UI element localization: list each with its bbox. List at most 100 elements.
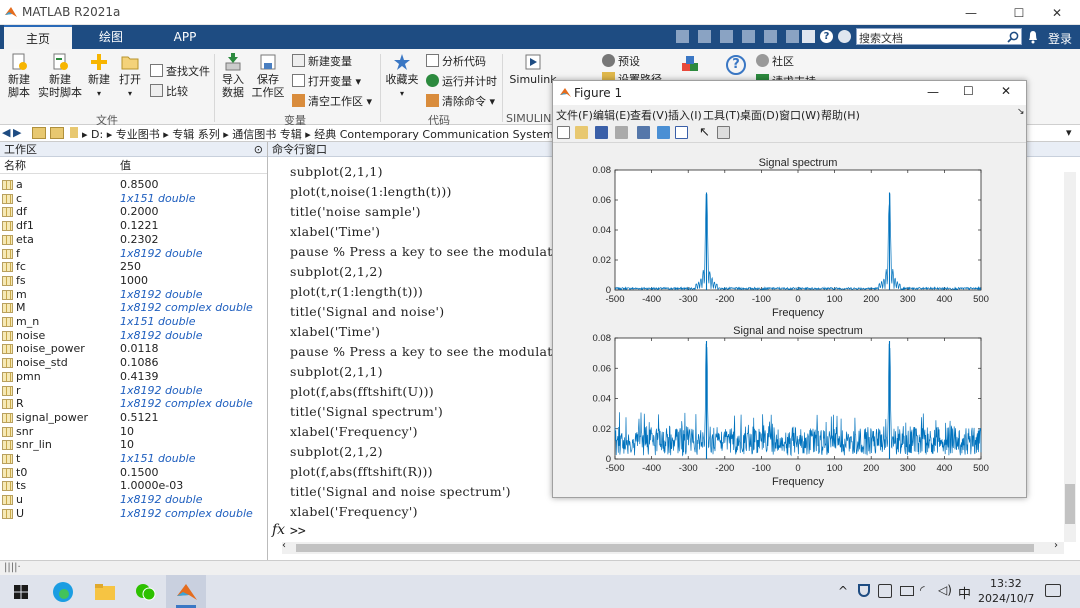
vertical-scrollbar[interactable] bbox=[1064, 172, 1076, 542]
figure-close-button[interactable]: ✕ bbox=[1001, 84, 1011, 98]
tray-expand-icon[interactable]: ^ bbox=[838, 584, 848, 598]
workspace-row[interactable]: R 1x8192 complex double bbox=[0, 397, 266, 411]
horizontal-scrollbar[interactable]: ‹ › bbox=[282, 540, 1064, 554]
workspace-row[interactable]: pmn 0.4139 bbox=[0, 370, 266, 384]
menu-view[interactable]: 查看(V) bbox=[630, 107, 668, 123]
close-button[interactable]: ✕ bbox=[1034, 3, 1080, 23]
scrollbar-thumb[interactable] bbox=[296, 544, 1034, 552]
back-arrow-icon[interactable]: ◀ bbox=[2, 126, 10, 139]
new-variable-button[interactable]: 新建变量 bbox=[292, 53, 352, 69]
clear-commands-button[interactable]: 清除命令 ▾ bbox=[426, 93, 495, 109]
run-and-time-button[interactable]: 运行并计时 bbox=[426, 73, 497, 89]
workspace-row[interactable]: snr 10 bbox=[0, 425, 266, 439]
analyze-code-button[interactable]: 分析代码 bbox=[426, 53, 486, 69]
command-prompt[interactable]: >> bbox=[290, 524, 306, 539]
save-figure-icon[interactable] bbox=[595, 126, 608, 139]
figure-minimize-button[interactable]: — bbox=[927, 85, 939, 99]
bell-icon[interactable] bbox=[1027, 30, 1039, 44]
paste-icon[interactable] bbox=[742, 30, 755, 43]
new-button[interactable]: 新建 ▾ bbox=[86, 53, 112, 100]
menu-file[interactable]: 文件(F) bbox=[556, 107, 593, 123]
login-link[interactable]: 登录 bbox=[1048, 30, 1072, 47]
cut-icon[interactable] bbox=[698, 30, 711, 43]
notification-icon[interactable] bbox=[1045, 584, 1061, 597]
address-path[interactable]: ▸ D: ▸ 专业图书 ▸ 专辑 系列 ▸ 通信图书 专辑 ▸ 经典 Conte… bbox=[82, 126, 586, 141]
figure-maximize-button[interactable]: ☐ bbox=[963, 84, 974, 98]
print-icon[interactable] bbox=[615, 126, 628, 139]
open-button[interactable]: 打开 ▾ bbox=[116, 53, 144, 100]
search-box[interactable]: 搜索文档 bbox=[856, 28, 1022, 45]
tray-app-icon[interactable] bbox=[878, 584, 892, 598]
workspace-row[interactable]: snr_lin 10 bbox=[0, 438, 266, 452]
clock-date[interactable]: 2024/10/7 bbox=[978, 592, 1034, 605]
workspace-row[interactable]: a 0.8500 bbox=[0, 178, 266, 192]
menu-help[interactable]: 帮助(H) bbox=[821, 107, 860, 123]
property-editor-icon[interactable] bbox=[717, 126, 730, 139]
compare-button[interactable]: 比较 bbox=[150, 83, 188, 99]
dock-arrow-icon[interactable]: ↘ bbox=[1017, 107, 1025, 117]
workspace-row[interactable]: m_n 1x151 double bbox=[0, 315, 266, 329]
value-column-header[interactable]: 值 bbox=[120, 157, 131, 174]
dropdown-icon[interactable] bbox=[838, 30, 851, 43]
workspace-row[interactable]: m 1x8192 double bbox=[0, 288, 266, 302]
scroll-right-icon[interactable]: › bbox=[1054, 540, 1058, 551]
wechat-icon[interactable] bbox=[134, 581, 156, 603]
matlab-taskbar-button[interactable] bbox=[166, 575, 206, 608]
undo-icon[interactable] bbox=[764, 30, 777, 43]
workspace-row[interactable]: ts 1.0000e-03 bbox=[0, 479, 266, 493]
workspace-row[interactable]: f 1x8192 double bbox=[0, 247, 266, 261]
open-file-icon[interactable] bbox=[575, 126, 588, 139]
search-input[interactable]: 搜索文档 bbox=[859, 30, 903, 46]
workspace-row[interactable]: M 1x8192 complex double bbox=[0, 301, 266, 315]
redo-icon[interactable] bbox=[786, 30, 799, 43]
switch-windows-icon[interactable] bbox=[802, 30, 815, 43]
favorites-button[interactable]: 收藏夹 ▾ bbox=[384, 53, 420, 100]
workspace-row[interactable]: signal_power 0.5121 bbox=[0, 411, 266, 425]
browse-folder-icon[interactable] bbox=[50, 127, 64, 139]
workspace-row[interactable]: noise 1x8192 double bbox=[0, 329, 266, 343]
tab-home[interactable]: 主页 bbox=[4, 25, 72, 49]
windows-start-icon[interactable] bbox=[14, 585, 28, 599]
menu-edit[interactable]: 编辑(E) bbox=[593, 107, 631, 123]
forward-arrow-icon[interactable]: ▶ bbox=[13, 126, 21, 139]
scroll-left-icon[interactable]: ‹ bbox=[282, 540, 286, 551]
help-button[interactable]: ? bbox=[726, 55, 746, 75]
minimize-button[interactable]: — bbox=[948, 3, 994, 23]
legend-icon[interactable] bbox=[675, 126, 688, 139]
name-column-header[interactable]: 名称 bbox=[4, 157, 26, 174]
save-workspace-button[interactable]: 保存 工作区 bbox=[250, 53, 286, 99]
security-shield-icon[interactable] bbox=[858, 584, 870, 597]
workspace-row[interactable]: c 1x151 double bbox=[0, 192, 266, 206]
workspace-row[interactable]: t 1x151 double bbox=[0, 452, 266, 466]
battery-icon[interactable] bbox=[900, 586, 914, 596]
up-folder-icon[interactable] bbox=[32, 127, 46, 139]
link-icon[interactable] bbox=[637, 126, 650, 139]
workspace-row[interactable]: noise_power 0.0118 bbox=[0, 342, 266, 356]
workspace-row[interactable]: U 1x8192 complex double bbox=[0, 507, 266, 521]
workspace-row[interactable]: t0 0.1500 bbox=[0, 466, 266, 480]
file-explorer-icon[interactable] bbox=[94, 582, 116, 602]
new-live-script-button[interactable]: 新建 实时脚本 bbox=[38, 53, 82, 99]
workspace-row[interactable]: r 1x8192 double bbox=[0, 384, 266, 398]
menu-desktop[interactable]: 桌面(D) bbox=[740, 107, 779, 123]
edge-browser-icon[interactable] bbox=[52, 581, 74, 603]
workspace-row[interactable]: fs 1000 bbox=[0, 274, 266, 288]
menu-window[interactable]: 窗口(W) bbox=[779, 107, 820, 123]
open-variable-button[interactable]: 打开变量 ▾ bbox=[292, 73, 361, 89]
add-ons-button[interactable] bbox=[680, 55, 702, 77]
community-button[interactable]: 社区 bbox=[756, 53, 794, 69]
workspace-row[interactable]: fc 250 bbox=[0, 260, 266, 274]
scrollbar-thumb[interactable] bbox=[1065, 484, 1075, 524]
preferences-button[interactable]: 预设 bbox=[602, 53, 640, 69]
workspace-row[interactable]: df1 0.1221 bbox=[0, 219, 266, 233]
simulink-button[interactable]: Simulink bbox=[508, 53, 558, 86]
import-data-button[interactable]: 导入 数据 bbox=[218, 53, 248, 99]
menu-insert[interactable]: 插入(I) bbox=[668, 107, 702, 123]
menu-tools[interactable]: 工具(T) bbox=[703, 107, 740, 123]
clock-time[interactable]: 13:32 bbox=[990, 577, 1022, 590]
workspace-row[interactable]: eta 0.2302 bbox=[0, 233, 266, 247]
pointer-icon[interactable]: ↖ bbox=[699, 126, 712, 139]
workspace-menu-icon[interactable]: ⊙ bbox=[254, 142, 263, 157]
help-icon[interactable]: ? bbox=[820, 30, 833, 43]
workspace-row[interactable]: noise_std 0.1086 bbox=[0, 356, 266, 370]
